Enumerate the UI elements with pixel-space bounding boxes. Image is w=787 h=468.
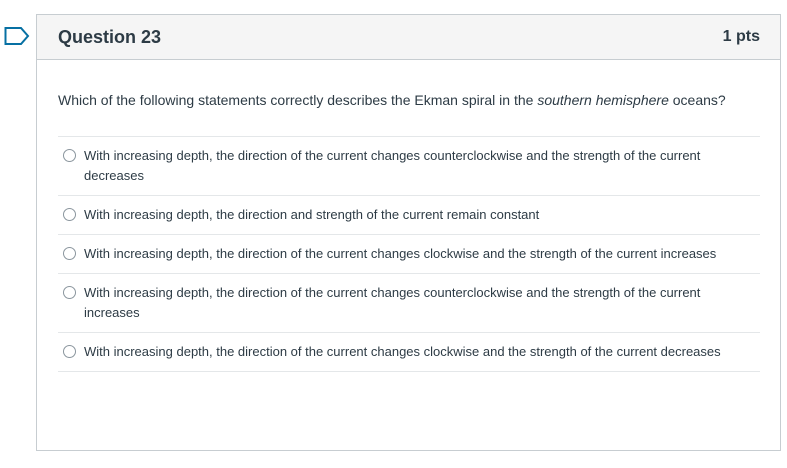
question-title: Question 23 <box>58 26 162 47</box>
question-body: Which of the following statements correc… <box>37 60 780 372</box>
radio-button[interactable] <box>63 345 76 358</box>
answer-option-1[interactable]: With increasing depth, the direction of … <box>58 137 760 196</box>
answer-option-4[interactable]: With increasing depth, the direction of … <box>58 274 760 333</box>
radio-button[interactable] <box>63 208 76 221</box>
answer-label: With increasing depth, the direction of … <box>84 344 721 359</box>
question-text-suffix: oceans? <box>668 92 726 108</box>
answer-option-5[interactable]: With increasing depth, the direction of … <box>58 333 760 372</box>
question-text: Which of the following statements correc… <box>58 89 760 112</box>
radio-button[interactable] <box>63 149 76 162</box>
question-header: Question 23 1 pts <box>37 15 780 60</box>
question-points: 1 pts <box>722 28 760 45</box>
answer-label: With increasing depth, the direction of … <box>84 246 717 261</box>
question-text-prefix: Which of the following statements correc… <box>58 92 538 108</box>
answer-label: With increasing depth, the direction and… <box>84 207 540 222</box>
question-card: Question 23 1 pts Which of the following… <box>36 14 781 451</box>
bookmark-flag-icon[interactable] <box>4 26 30 46</box>
answer-option-2[interactable]: With increasing depth, the direction and… <box>58 196 760 235</box>
radio-button[interactable] <box>63 247 76 260</box>
answer-list: With increasing depth, the direction of … <box>58 136 760 372</box>
radio-button[interactable] <box>63 286 76 299</box>
answer-option-3[interactable]: With increasing depth, the direction of … <box>58 235 760 274</box>
question-text-emphasis: southern hemisphere <box>537 92 669 108</box>
answer-label: With increasing depth, the direction of … <box>84 285 701 320</box>
answer-label: With increasing depth, the direction of … <box>84 148 701 183</box>
